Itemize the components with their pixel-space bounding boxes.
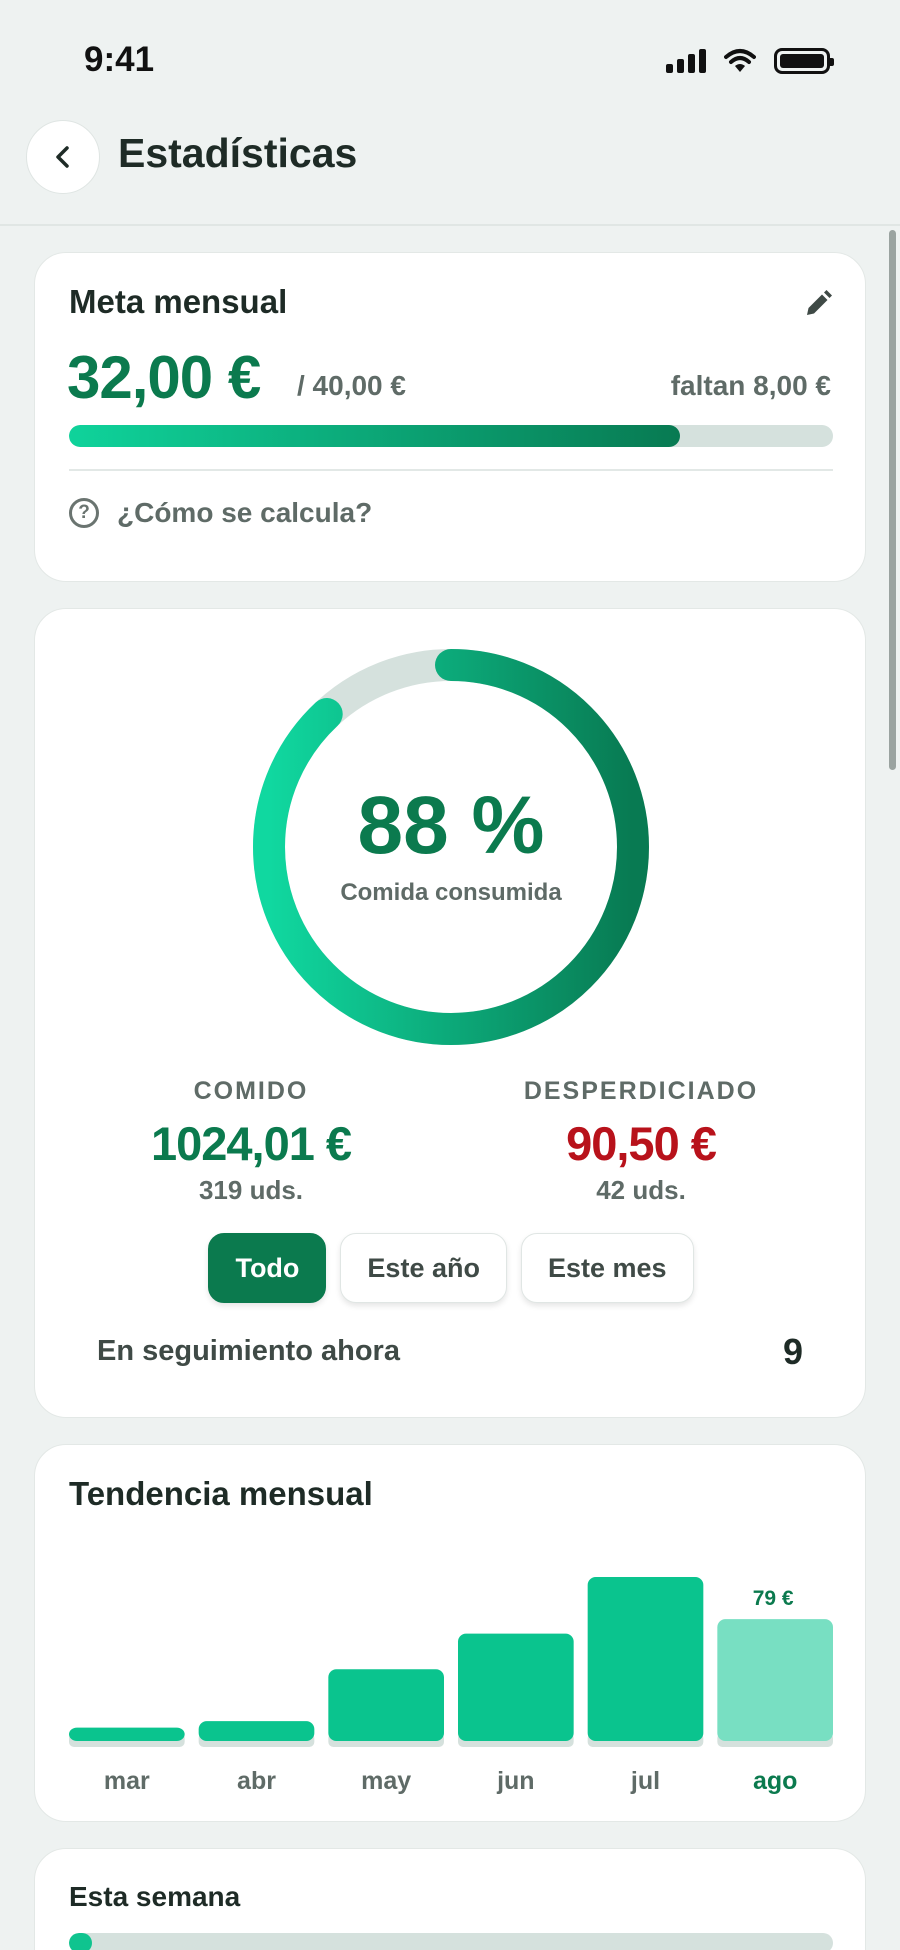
eaten-value: 1024,01 €	[150, 1117, 352, 1170]
header: Estadísticas	[0, 110, 900, 226]
back-button[interactable]	[26, 120, 100, 194]
tracking-label: En seguimiento ahora	[97, 1335, 400, 1367]
goal-remaining: faltan 8,00 €	[670, 370, 831, 401]
goal-title: Meta mensual	[69, 283, 288, 320]
battery-icon	[774, 48, 834, 74]
consumption-summary-card: 88 % Comida consumida COMIDO 1024,01 € 3…	[34, 608, 866, 1418]
monthly-trend-chart: mar abr may jun jul ago 79 €	[69, 1577, 833, 1795]
bar-jul[interactable]	[587, 1577, 704, 1741]
eaten-stat: COMIDO 1024,01 € 319 uds.	[91, 1077, 411, 1206]
tracking-count: 9	[782, 1331, 803, 1372]
week-progress-fill	[69, 1933, 92, 1950]
week-title: Esta semana	[69, 1881, 241, 1912]
pencil-icon[interactable]	[799, 287, 835, 323]
eaten-label: COMIDO	[193, 1077, 309, 1105]
week-progress-bar	[69, 1933, 833, 1950]
page-title: Estadísticas	[118, 130, 358, 176]
x-tick-label: ago	[753, 1767, 797, 1795]
this-week-card: Esta semana	[34, 1848, 866, 1950]
status-time: 9:41	[84, 40, 155, 79]
goal-amount: 32,00 €	[67, 344, 261, 411]
help-link[interactable]: ? ¿Cómo se calcula?	[69, 497, 372, 529]
monthly-trend-card: Tendencia mensual mar abr may jun jul ago 79 €	[34, 1444, 866, 1822]
bar-ago[interactable]	[717, 1619, 833, 1741]
x-tick-label: jul	[630, 1767, 660, 1795]
x-tick-label: mar	[104, 1767, 150, 1795]
filter-all-button[interactable]: Todo	[208, 1233, 327, 1303]
wasted-stat: DESPERDICIADO 90,50 € 42 uds.	[481, 1077, 801, 1206]
wasted-units: 42 uds.	[596, 1175, 686, 1205]
monthly-goal-card: Meta mensual 32,00 € / 40,00 € faltan 8,…	[34, 252, 866, 582]
status-icons	[666, 48, 834, 74]
x-tick-label: may	[361, 1767, 411, 1795]
filter-this-year-button[interactable]: Este año	[340, 1233, 507, 1303]
goal-progress-bar	[69, 425, 833, 447]
bar-abr[interactable]	[198, 1721, 315, 1741]
goal-target: / 40,00 €	[297, 370, 406, 401]
x-tick-label: abr	[237, 1767, 276, 1795]
goal-progress-fill	[69, 425, 681, 447]
scrollbar[interactable]	[889, 230, 896, 770]
bar-jun[interactable]	[458, 1633, 574, 1741]
bar-mar[interactable]	[69, 1727, 185, 1741]
consumed-label: Comida consumida	[340, 879, 562, 906]
chevron-left-icon	[56, 146, 69, 168]
wasted-value: 90,50 €	[566, 1117, 717, 1170]
consumed-percent: 88 %	[357, 780, 545, 871]
help-text: ¿Cómo se calcula?	[117, 497, 373, 528]
divider	[69, 469, 833, 471]
status-bar: 9:41	[0, 0, 900, 110]
wasted-label: DESPERDICIADO	[523, 1077, 759, 1105]
signal-icon	[666, 49, 706, 73]
eaten-units: 319 uds.	[198, 1175, 304, 1205]
bar-may[interactable]	[328, 1669, 444, 1741]
wifi-icon	[724, 49, 756, 72]
filter-this-month-button[interactable]: Este mes	[520, 1233, 694, 1303]
question-circle-icon: ?	[69, 498, 99, 528]
highlight-value-label: 79 €	[753, 1587, 794, 1610]
period-filters: Todo Este año Este mes	[35, 1233, 867, 1303]
x-tick-label: jun	[496, 1767, 535, 1795]
